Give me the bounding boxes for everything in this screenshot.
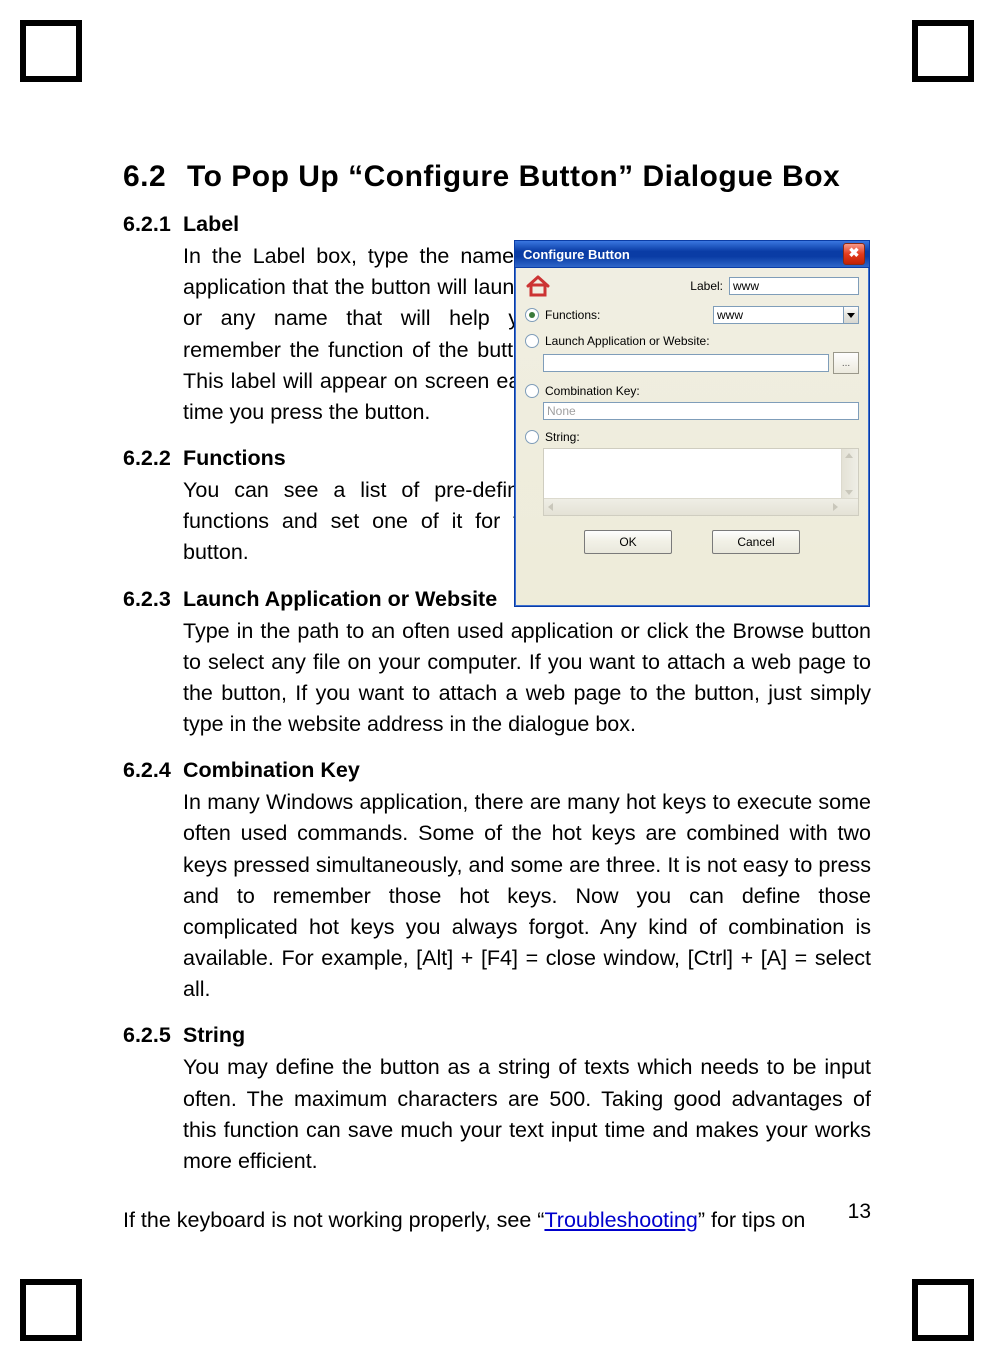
close-button[interactable]: ✖ <box>843 243 865 265</box>
scrollbar-vertical[interactable] <box>841 449 858 499</box>
chevron-down-icon[interactable] <box>843 306 859 324</box>
ellipsis-icon: ... <box>842 358 850 369</box>
configure-button-dialog: Configure Button ✖ Label: www Functions:… <box>514 240 870 607</box>
subsection-heading: 6.2.5String <box>123 1023 871 1048</box>
paragraph: You can see a list of pre-defined functi… <box>183 475 543 569</box>
page-number: 13 <box>848 1200 871 1224</box>
section-heading: 6.2To Pop Up “Configure Button” Dialogue… <box>123 160 871 194</box>
functions-combo-value: www <box>713 306 843 324</box>
string-label: String: <box>545 430 580 444</box>
crop-mark <box>20 1279 82 1341</box>
string-radio[interactable] <box>525 430 539 444</box>
paragraph: In many Windows application, there are m… <box>183 787 871 1005</box>
crop-mark <box>20 20 82 82</box>
paragraph: In the Label box, type the name of appli… <box>183 241 543 428</box>
paragraph: If the keyboard is not working properly,… <box>123 1205 811 1236</box>
scrollbar-horizontal[interactable] <box>544 498 858 515</box>
launch-app-radio[interactable] <box>525 334 539 348</box>
subsection-title: Label <box>183 212 239 236</box>
subsection-title: Combination Key <box>183 758 360 782</box>
dialog-titlebar[interactable]: Configure Button ✖ <box>515 241 869 268</box>
footer-text-post: ” for tips on <box>698 1208 806 1232</box>
label-caption: Label: <box>690 279 723 293</box>
subsection-title: Functions <box>183 446 286 470</box>
subsection-title: String <box>183 1023 245 1047</box>
ok-button[interactable]: OK <box>584 530 672 554</box>
subsection-heading: 6.2.4Combination Key <box>123 758 871 783</box>
paragraph: Type in the path to an often used applic… <box>183 616 871 741</box>
subsection-number: 6.2.3 <box>123 587 183 612</box>
close-icon: ✖ <box>849 245 860 260</box>
footer-text-pre: If the keyboard is not working properly,… <box>123 1208 544 1232</box>
home-icon <box>525 274 555 298</box>
combination-key-radio[interactable] <box>525 384 539 398</box>
string-textarea[interactable] <box>543 448 859 516</box>
label-input[interactable]: www <box>729 277 859 295</box>
subsection-number: 6.2.4 <box>123 758 183 783</box>
section-title: To Pop Up “Configure Button” Dialogue Bo… <box>187 160 840 193</box>
paragraph: You may define the button as a string of… <box>183 1052 871 1177</box>
functions-radio[interactable] <box>525 308 539 322</box>
functions-combo[interactable]: www <box>713 306 859 324</box>
browse-button[interactable]: ... <box>833 352 859 374</box>
subsection-title: Launch Application or Website <box>183 587 497 611</box>
troubleshooting-link[interactable]: Troubleshooting <box>544 1208 697 1232</box>
launch-path-input[interactable] <box>543 354 829 372</box>
combination-key-input[interactable]: None <box>543 402 859 420</box>
launch-app-label: Launch Application or Website: <box>545 334 710 348</box>
functions-label: Functions: <box>545 308 631 322</box>
subsection-number: 6.2.1 <box>123 212 183 237</box>
combination-key-label: Combination Key: <box>545 384 640 398</box>
crop-mark <box>912 20 974 82</box>
dialog-title: Configure Button <box>523 247 843 262</box>
subsection-number: 6.2.2 <box>123 446 183 471</box>
subsection-heading: 6.2.1Label <box>123 212 871 237</box>
subsection-number: 6.2.5 <box>123 1023 183 1048</box>
crop-mark <box>912 1279 974 1341</box>
cancel-button[interactable]: Cancel <box>712 530 800 554</box>
section-number: 6.2 <box>123 160 187 194</box>
